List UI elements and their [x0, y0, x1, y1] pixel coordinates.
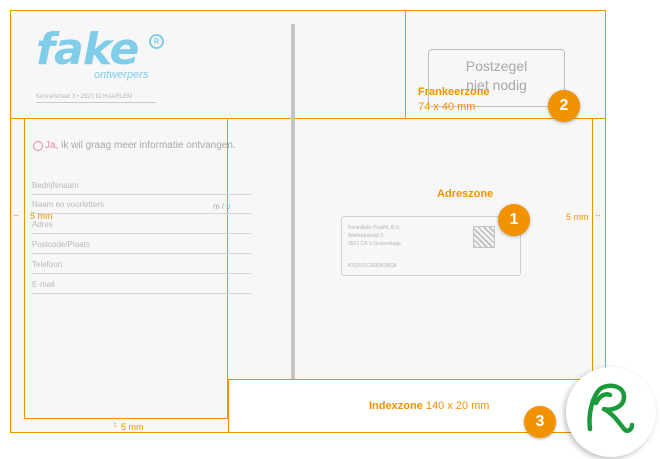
left-margin-label: 5 mm — [30, 211, 53, 221]
address-zone-title: Adreszone — [437, 188, 494, 200]
checkbox-label: Ja, ik wil graag meer informatie ontvang… — [45, 140, 236, 151]
field-telefoon[interactable]: Telefoon — [32, 260, 251, 274]
card-fold-line — [291, 24, 295, 379]
checkbox-ja: Ja, — [45, 140, 59, 151]
info-checkbox[interactable] — [33, 141, 43, 151]
badge-3: 3 — [524, 406, 556, 438]
inner-bottom-line — [24, 418, 229, 419]
left-margin-arrow-icon: ↔ — [12, 210, 20, 219]
corner-logo — [566, 367, 656, 457]
index-zone-size: 140 x 20 mm — [425, 400, 490, 412]
checkbox-text: ik wil graag meer informatie ontvangen. — [61, 140, 236, 151]
fake-logo: fake — [36, 24, 139, 75]
franking-zone-size: 74 x 40 mm — [418, 101, 476, 113]
right-margin-line — [592, 118, 593, 379]
sender-address: Kennetstraat 3 • 2920 ID HAARLEM — [36, 94, 156, 103]
field-postcode[interactable]: Postcode/Plaats — [32, 240, 251, 254]
address-line-1: Koninklijke PostNL B.V. — [348, 225, 400, 231]
stamp-box: Postzegel niet nodig — [428, 49, 565, 107]
franking-zone-title: Frankeerzone — [418, 86, 490, 98]
address-line-2: Waldorpstraat 3 — [348, 233, 384, 239]
qr-code-icon — [473, 226, 495, 248]
bottom-margin-arrow-icon: ↕ — [113, 420, 117, 429]
index-zone-label: Indexzone 140 x 20 mm — [369, 400, 489, 412]
franking-divider — [405, 10, 406, 119]
field-bedrijfsnaam[interactable]: Bedrijfsnaam — [32, 181, 251, 195]
field-adres[interactable]: Adres — [32, 220, 251, 234]
address-line-3: 2521 CA 's Gravenhage — [348, 241, 401, 247]
logo-subtitle: ontwerpers — [94, 69, 149, 81]
green-r-logo-icon — [587, 383, 635, 433]
stamp-line-1: Postzegel — [465, 58, 528, 74]
kix-code: KIX2521CA3DK1BQ4 — [348, 263, 397, 269]
gender-option[interactable]: m / v — [213, 202, 230, 211]
field-email[interactable]: E-mail — [32, 280, 251, 294]
registered-mark-icon: R — [149, 34, 164, 49]
bottom-margin-label: 5 mm — [121, 422, 144, 432]
right-margin-label: 5 mm — [566, 212, 589, 222]
badge-2: 2 — [548, 90, 580, 122]
badge-1: 1 — [498, 204, 530, 236]
right-margin-arrow-icon: ↔ — [594, 210, 602, 219]
index-zone-title: Indexzone — [369, 400, 423, 412]
